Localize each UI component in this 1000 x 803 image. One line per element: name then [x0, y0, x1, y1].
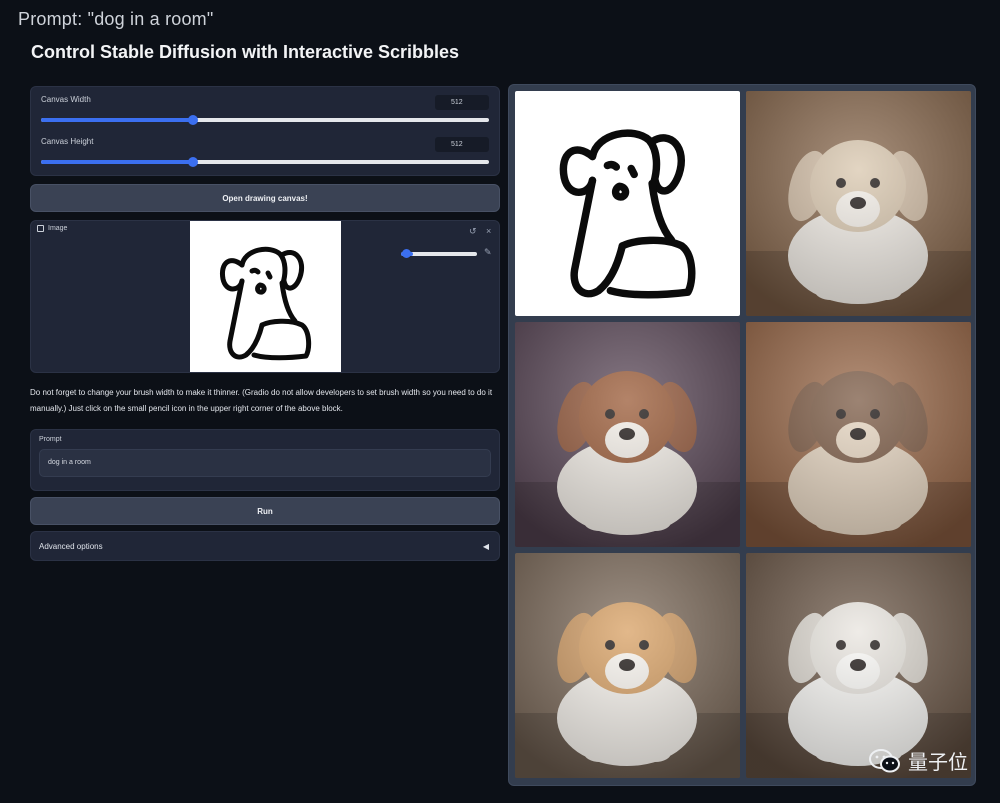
chevron-left-icon: ◀: [482, 541, 489, 551]
canvas-width-value[interactable]: 512: [435, 95, 489, 110]
dog-photo-4: [515, 553, 740, 778]
gallery-item-dog-3[interactable]: [746, 322, 971, 547]
caption: Prompt: "dog in a room": [18, 9, 214, 29]
image-icon: [37, 225, 44, 232]
drawing-canvas[interactable]: [190, 221, 341, 372]
prompt-input[interactable]: dog in a room: [39, 449, 491, 477]
app-title: Control Stable Diffusion with Interactiv…: [31, 42, 460, 62]
gallery-item-dog-4[interactable]: [515, 553, 740, 778]
undo-icon[interactable]: ↺: [469, 226, 477, 237]
canvas-width-thumb[interactable]: [187, 115, 198, 125]
gallery-item-dog-5[interactable]: [746, 553, 971, 778]
brush-width-note: Do not forget to change your brush width…: [30, 388, 493, 413]
canvas-height-value[interactable]: 512: [435, 137, 489, 152]
wechat-logo-icon: [869, 748, 900, 772]
gallery-item-scribble[interactable]: [515, 91, 740, 316]
brush-width-slider[interactable]: [401, 252, 477, 256]
prompt-block: Prompt dog in a room: [30, 429, 500, 491]
dog-photo-3: [746, 322, 971, 547]
image-label: Image: [48, 225, 68, 232]
image-label-wrap: Image: [37, 225, 67, 232]
controls-column: Canvas Width 512 Canvas Height 512 Open …: [30, 86, 500, 561]
output-gallery: [508, 84, 976, 786]
canvas-height-track[interactable]: [41, 160, 489, 164]
pencil-icon[interactable]: ✎: [484, 247, 492, 258]
canvas-height-label: Canvas Height: [41, 137, 94, 146]
run-button[interactable]: Run: [30, 497, 500, 525]
canvas-width-track[interactable]: [41, 118, 489, 122]
gallery-item-dog-1[interactable]: [746, 91, 971, 316]
canvas-width-slider[interactable]: Canvas Width 512: [39, 93, 491, 135]
advanced-options-accordion[interactable]: Advanced options ◀: [30, 531, 500, 561]
canvas-size-block: Canvas Width 512 Canvas Height 512: [30, 86, 500, 176]
close-icon[interactable]: ×: [486, 226, 491, 236]
canvas-width-label: Canvas Width: [41, 95, 91, 104]
image-block: Image ↺ × ✎: [30, 220, 500, 373]
canvas-height-slider[interactable]: Canvas Height 512: [39, 135, 491, 177]
scribble-output: [559, 129, 696, 299]
canvas-width-fill: [41, 118, 194, 122]
canvas-height-thumb[interactable]: [187, 157, 198, 167]
dog-photo-2: [515, 322, 740, 547]
prompt-label: Prompt: [39, 436, 62, 443]
dog-photo-5: [746, 553, 971, 778]
open-canvas-button[interactable]: Open drawing canvas!: [30, 184, 500, 212]
watermark-text: 量子位: [908, 752, 968, 774]
brush-width-thumb[interactable]: [402, 249, 411, 258]
canvas-height-fill: [41, 160, 194, 164]
gallery-item-dog-2[interactable]: [515, 322, 740, 547]
scribble-drawing: [219, 246, 312, 361]
dog-photo-1: [746, 91, 971, 316]
watermark: 量子位: [868, 746, 968, 775]
advanced-options-label: Advanced options: [39, 541, 103, 551]
